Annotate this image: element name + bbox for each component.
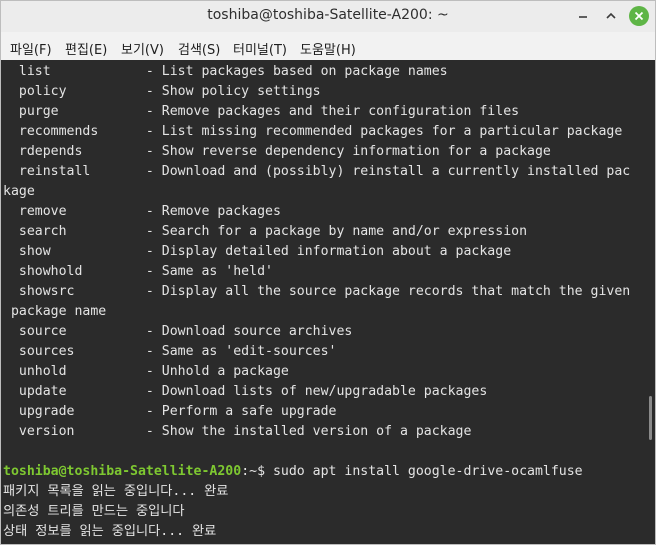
scrollbar[interactable] — [646, 60, 655, 544]
maximize-icon — [606, 12, 616, 19]
menu-view[interactable]: 보기(V) — [121, 39, 164, 58]
scrollbar-thumb[interactable] — [649, 396, 652, 440]
menu-bar: 파일(F) 편집(E) 보기(V) 검색(S) 터미널(T) 도움말(H) — [1, 32, 655, 60]
terminal-output[interactable]: list - List packages based on package na… — [1, 60, 646, 544]
menu-search[interactable]: 검색(S) — [178, 39, 220, 58]
terminal-window: toshiba@toshiba-Satellite-A200: ~ 파일(F) … — [0, 0, 656, 545]
maximize-button[interactable] — [601, 6, 621, 26]
terminal-line: purge - Remove packages and their config… — [3, 104, 520, 119]
terminal-line: showhold - Same as 'held' — [3, 264, 273, 279]
command-prompt-line: toshiba@toshiba-Satellite-A200:~$ sudo a… — [3, 462, 583, 482]
terminal-line: rdepends - Show reverse dependency infor… — [3, 144, 551, 159]
menu-terminal[interactable]: 터미널(T) — [233, 39, 287, 58]
terminal-line: remove - Remove packages — [3, 204, 281, 219]
prompt-user: toshiba@toshiba-Satellite-A200 — [3, 464, 242, 479]
close-icon — [634, 11, 644, 21]
terminal-line: version - Show the installed version of … — [3, 424, 472, 439]
terminal-line: search - Search for a package by name an… — [3, 224, 528, 239]
prompt-command: :~$ sudo apt install google-drive-ocamlf… — [241, 464, 583, 479]
terminal-output-line: 상태 정보를 읽는 중입니다... 완료 — [3, 524, 217, 539]
terminal-line: upgrade - Perform a safe upgrade — [3, 404, 337, 419]
minimize-icon — [579, 16, 587, 18]
minimize-button[interactable] — [573, 6, 593, 26]
title-bar[interactable]: toshiba@toshiba-Satellite-A200: ~ — [1, 1, 655, 32]
terminal-line: unhold - Unhold a package — [3, 364, 289, 379]
close-button[interactable] — [629, 6, 649, 26]
menu-help[interactable]: 도움말(H) — [300, 39, 356, 58]
terminal-line: reinstall - Download and (possibly) rein… — [3, 164, 631, 179]
terminal-line: sources - Same as 'edit-sources' — [3, 344, 337, 359]
terminal-output-line: 의존성 트리를 만드는 중입니다 — [3, 504, 185, 519]
terminal-line: source - Download source archives — [3, 324, 353, 339]
terminal-output-line: 패키지 목록을 읽는 중입니다... 완료 — [3, 484, 229, 499]
window-title: toshiba@toshiba-Satellite-A200: ~ — [207, 7, 449, 23]
terminal-line: package name — [3, 304, 107, 319]
terminal-line: show - Display detailed information abou… — [3, 244, 512, 259]
menu-edit[interactable]: 편집(E) — [65, 39, 107, 58]
terminal-line: policy - Show policy settings — [3, 84, 321, 99]
terminal-line: update - Download lists of new/upgradabl… — [3, 384, 488, 399]
terminal-line: list - List packages based on package na… — [3, 64, 448, 79]
terminal-line: showsrc - Display all the source package… — [3, 284, 631, 299]
menu-file[interactable]: 파일(F) — [10, 39, 52, 58]
terminal-line: recommends - List missing recommended pa… — [3, 124, 623, 139]
terminal-line: kage — [3, 184, 35, 199]
